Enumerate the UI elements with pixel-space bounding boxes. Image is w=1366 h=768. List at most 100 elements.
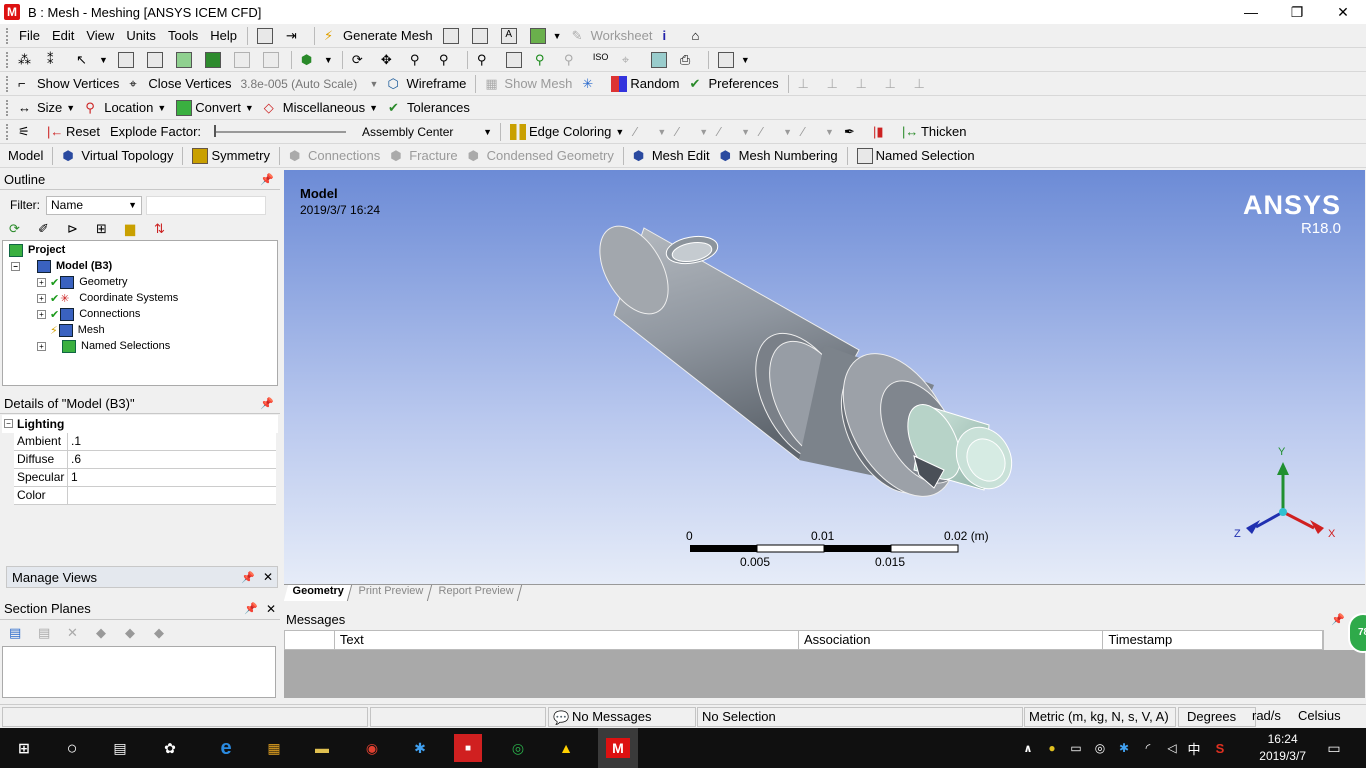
tree-named-selections[interactable]: + Named Selections (37, 338, 170, 354)
section-display-button-3[interactable]: ◆ (149, 622, 178, 644)
edge-thickness-button[interactable]: ✒ (839, 121, 868, 143)
edge-coloring-dropdown[interactable]: Edge Coloring ▼ (505, 121, 629, 143)
thin-button[interactable]: |▮ (868, 121, 897, 143)
magnifier-button[interactable]: ⚲ (530, 49, 559, 71)
section-display-button-2[interactable]: ◆ (120, 622, 149, 644)
section-display-button-1[interactable]: ◆ (91, 622, 120, 644)
app-star-icon[interactable]: ✱ (406, 734, 434, 762)
info-button[interactable]: i (657, 25, 686, 47)
status-units[interactable]: Metric (m, kg, N, s, V, A) (1024, 707, 1176, 727)
zoom-fit-button[interactable]: ⚲ (472, 49, 501, 71)
select-node-button[interactable] (229, 49, 258, 71)
tree-expand-button[interactable]: ⊞ (91, 218, 120, 240)
wechat-icon[interactable]: ◎ (504, 734, 532, 762)
meshing-taskbar-button[interactable]: M (598, 728, 638, 768)
ime-indicator[interactable]: 中 (1180, 734, 1208, 762)
zoom-button[interactable]: ⚲ (405, 49, 434, 71)
geometry-model-svg[interactable] (284, 170, 1365, 584)
system-clock[interactable]: 16:24 2019/3/7 (1259, 731, 1306, 765)
folder-button[interactable]: ▆ (120, 218, 149, 240)
messages-pin-icon[interactable]: 📌 (1331, 613, 1345, 626)
show-mesh-button[interactable]: ▦ Show Mesh (480, 73, 577, 95)
expand-icon[interactable]: + (37, 293, 46, 303)
rotate-button[interactable]: ⟳ (347, 49, 376, 71)
graphics-viewport[interactable]: Model 2019/3/7 16:24 ANSYS R18.0 0 0.01 … (284, 170, 1365, 584)
notification-center-icon[interactable]: ▭ (1320, 734, 1348, 762)
select-face-button[interactable] (171, 49, 200, 71)
command-prompt-button[interactable] (252, 25, 281, 47)
edge-direction-button-1[interactable]: ⊥ (793, 73, 822, 95)
details-value[interactable]: .1 (68, 433, 276, 451)
tree-coordinate-systems[interactable]: + ✔ ✳ Coordinate Systems (37, 290, 178, 306)
select-edge-button[interactable] (142, 49, 171, 71)
thicken-button[interactable]: |↔ Thicken (897, 121, 972, 143)
status-angular-velocity[interactable]: rad/s (1248, 707, 1292, 727)
floating-badge[interactable]: 78 (1348, 613, 1366, 653)
tolerances-button[interactable]: ✔ Tolerances (383, 97, 475, 119)
tab-report-preview[interactable]: Report Preview (430, 585, 523, 601)
worksheet-button[interactable]: ✎ Worksheet (567, 25, 658, 47)
select-body-button[interactable] (200, 49, 229, 71)
task-view-icon[interactable]: ▤ (106, 734, 134, 762)
minimize-button[interactable]: — (1228, 0, 1274, 24)
mesh-tool-button-1[interactable] (438, 25, 467, 47)
print-button[interactable]: ⎙ (675, 49, 704, 71)
preferences-button[interactable]: ✔ Preferences (684, 73, 783, 95)
menu-file[interactable]: File (13, 28, 46, 43)
miscellaneous-dropdown[interactable]: ◇ Miscellaneous ▼ (259, 97, 383, 119)
close-vertices-button[interactable]: ⌖ Close Vertices (124, 73, 236, 95)
axis-triad-button[interactable]: ✳ (577, 73, 606, 95)
display-mode-button[interactable] (646, 49, 675, 71)
condensed-geometry-button[interactable]: ⬢ Condensed Geometry (463, 145, 619, 167)
tab-print-preview[interactable]: Print Preview (350, 585, 433, 601)
menu-edit[interactable]: Edit (46, 28, 80, 43)
generate-mesh-button[interactable]: ⚡ Generate Mesh (319, 25, 438, 47)
connections-button[interactable]: ⬢ Connections (284, 145, 385, 167)
size-dropdown[interactable]: ↔ Size ▼ (13, 97, 80, 119)
details-row-diffuse[interactable]: Diffuse .6 (14, 451, 276, 469)
zoom-box-button[interactable] (501, 49, 530, 71)
mesh-edit-button[interactable]: ⬢ Mesh Edit (628, 145, 715, 167)
edge-direction-button-5[interactable]: ⊥ (909, 73, 938, 95)
tree-geometry[interactable]: + ✔ Geometry (37, 274, 128, 290)
ansys-workbench-icon[interactable]: ▲ (552, 734, 580, 762)
collapse-icon[interactable]: − (4, 419, 13, 428)
convert-dropdown[interactable]: Convert ▼ (171, 97, 258, 119)
details-row-ambient[interactable]: Ambient .1 (14, 433, 276, 451)
edit-section-plane-button[interactable]: ▤ (33, 622, 62, 644)
menu-help[interactable]: Help (204, 28, 243, 43)
edge-style-dropdown-2[interactable]: ⁄ ▼ (671, 121, 713, 143)
box-zoom-button[interactable]: ⚲ (434, 49, 463, 71)
edge-browser-icon[interactable]: e (212, 734, 240, 762)
tree-project[interactable]: Project (9, 242, 65, 258)
tab-geometry[interactable]: Geometry (283, 585, 353, 601)
messages-col-text[interactable]: Text (335, 631, 799, 649)
pinned-app-icon[interactable]: ✿ (156, 734, 184, 762)
edge-direction-button-2[interactable]: ⊥ (822, 73, 851, 95)
delete-section-plane-button[interactable]: ✕ (62, 622, 91, 644)
section-planes-close-icon[interactable]: ✕ (266, 602, 276, 616)
select-vertex-button[interactable] (113, 49, 142, 71)
details-value[interactable]: 1 (68, 469, 276, 487)
section-planes-list[interactable] (2, 646, 276, 698)
windows-start-icon[interactable]: ⊞ (10, 734, 38, 762)
viewport-layout-button[interactable]: ▼ (713, 49, 755, 71)
tree-collapse-button[interactable]: ⊳ (62, 218, 91, 240)
select-mode-button[interactable]: ↖ ▼ (71, 49, 113, 71)
mesh-tool-button-2[interactable] (467, 25, 496, 47)
sogou-ime-icon[interactable]: S (1206, 734, 1234, 762)
tree-connections[interactable]: + ✔ Connections (37, 306, 140, 322)
tag-button[interactable]: ⌂ (686, 25, 715, 47)
menu-tools[interactable]: Tools (162, 28, 204, 43)
named-selection-button[interactable]: Named Selection (852, 145, 980, 167)
view-previous-button[interactable]: ⌖ (617, 49, 646, 71)
restore-button[interactable]: ❐ (1274, 0, 1320, 24)
image-button[interactable]: ▼ (525, 25, 567, 47)
toolbar-grip[interactable] (6, 27, 9, 44)
messages-col-association[interactable]: Association (799, 631, 1104, 649)
tree-model[interactable]: − Model (B3) (11, 258, 112, 274)
filter-combo[interactable]: Name ▼ (46, 195, 142, 215)
expand-button[interactable]: ⇥ (281, 25, 310, 47)
expand-icon[interactable]: + (37, 341, 46, 351)
select-element-button[interactable] (258, 49, 287, 71)
